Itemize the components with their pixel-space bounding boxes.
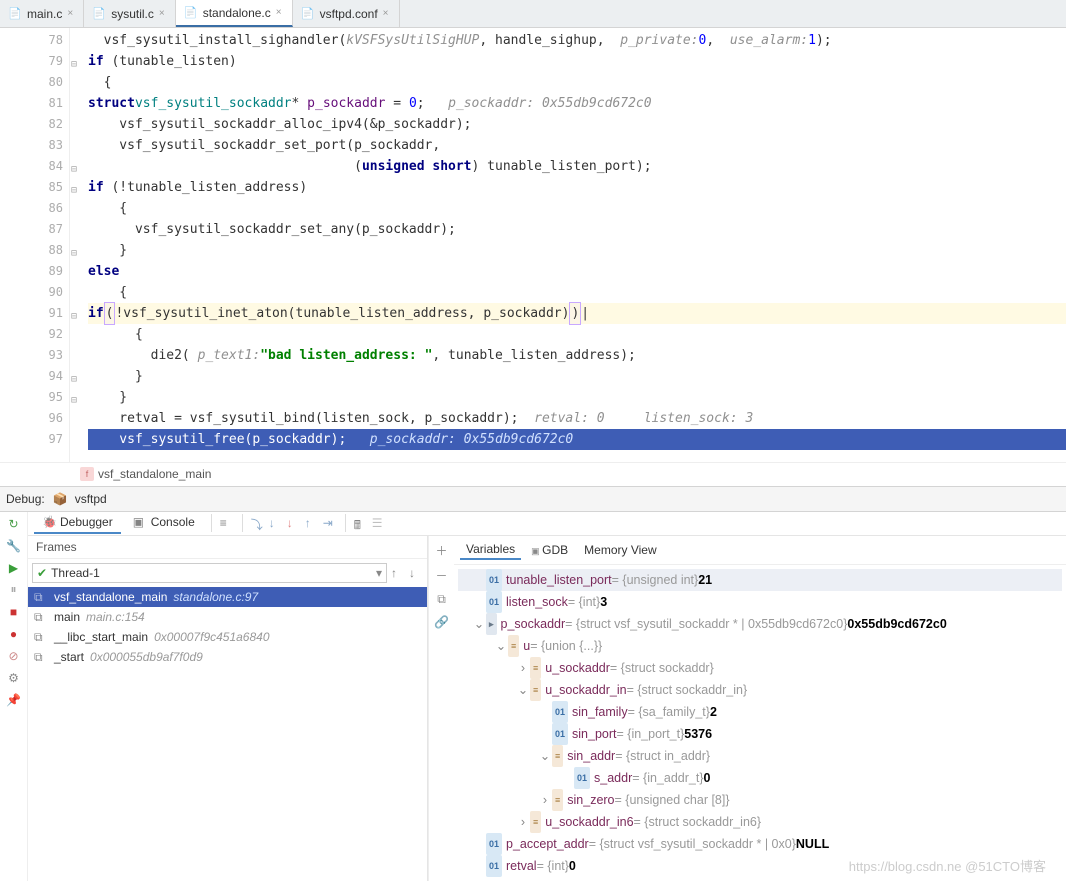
next-frame-icon[interactable]: ↓ <box>409 566 423 580</box>
close-icon[interactable]: × <box>67 8 73 19</box>
frames-panel: Frames ✔ Thread-1 ▾ ↑ ↓ ⧉vsf_standalone_… <box>28 536 428 881</box>
close-icon[interactable]: × <box>276 7 282 18</box>
gear-icon[interactable]: ⚙ <box>6 670 22 686</box>
frame-list[interactable]: ⧉vsf_standalone_main standalone.c:97⧉mai… <box>28 587 427 881</box>
tab-standalone-c[interactable]: 📄standalone.c× <box>176 0 293 27</box>
variable-row[interactable]: 01retval = {int} 0 <box>458 855 1062 877</box>
tab-vsftpd-conf[interactable]: 📄vsftpd.conf× <box>293 0 400 27</box>
debug-tool-window-header[interactable]: Debug: 📦 vsftpd <box>0 486 1066 512</box>
prev-frame-icon[interactable]: ↑ <box>391 566 405 580</box>
variable-row[interactable]: 01listen_sock = {int} 3 <box>458 591 1062 613</box>
view-breakpoints-icon[interactable]: ● <box>6 626 22 642</box>
evaluate-icon[interactable]: 🖩 <box>354 516 368 530</box>
breadcrumb-function: vsf_standalone_main <box>98 467 211 481</box>
pause-icon[interactable]: ⏸ <box>6 582 22 598</box>
breadcrumb[interactable]: f vsf_standalone_main <box>0 462 1066 486</box>
step-out-icon[interactable]: ↑ <box>305 516 319 530</box>
thread-selector[interactable]: ✔ Thread-1 ▾ <box>32 563 387 583</box>
chevron-down-icon: ▾ <box>376 566 382 580</box>
mute-breakpoints-icon[interactable]: ⊘ <box>6 648 22 664</box>
variable-row[interactable]: ›≡u_sockaddr_in6 = {struct sockaddr_in6} <box>458 811 1062 833</box>
check-icon: ✔ <box>37 566 47 580</box>
memory-view-tab[interactable]: Memory View <box>578 541 662 559</box>
variable-row[interactable]: ⌄≡u = {union {...}} <box>458 635 1062 657</box>
c-file-icon: 📄 <box>8 7 22 21</box>
add-icon[interactable]: ＋ <box>435 542 447 559</box>
debug-label: Debug: <box>6 492 45 506</box>
variables-tab[interactable]: Variables <box>460 540 521 560</box>
variable-row[interactable]: 01p_accept_addr = {struct vsf_sysutil_so… <box>458 833 1062 855</box>
stack-frame[interactable]: ⧉_start 0x000055db9af7f0d9 <box>28 647 427 667</box>
variable-row[interactable]: 01s_addr = {in_addr_t} 0 <box>458 767 1062 789</box>
variable-row[interactable]: ›≡u_sockaddr = {struct sockaddr} <box>458 657 1062 679</box>
debug-config-name: vsftpd <box>75 492 107 506</box>
variable-row[interactable]: ⌄≡sin_addr = {struct in_addr} <box>458 745 1062 767</box>
line-gutter: 7879⊟8081828384⊟85⊟868788⊟899091⊟929394⊟… <box>0 28 70 462</box>
variable-row[interactable]: 01tunable_listen_port = {unsigned int} 2… <box>458 569 1062 591</box>
variable-row[interactable]: ›≡sin_zero = {unsigned char [8]} <box>458 789 1062 811</box>
variables-tree[interactable]: 01tunable_listen_port = {unsigned int} 2… <box>454 565 1066 881</box>
rerun-icon[interactable]: ↻ <box>6 516 22 532</box>
step-into-icon[interactable]: ↓ <box>269 516 283 530</box>
tab-main-c[interactable]: 📄main.c× <box>0 0 84 27</box>
variable-row[interactable]: ⌄▸p_sockaddr = {struct vsf_sysutil_socka… <box>458 613 1062 635</box>
variable-row[interactable]: 01sin_family = {sa_family_t} 2 <box>458 701 1062 723</box>
step-over-icon[interactable]: ⤵ <box>251 516 265 530</box>
stack-frame[interactable]: ⧉vsf_standalone_main standalone.c:97 <box>28 587 427 607</box>
variable-row[interactable]: 01sin_port = {in_port_t} 5376 <box>458 723 1062 745</box>
run-config-icon: 📦 <box>53 492 67 506</box>
debug-side-toolbar: ↻ 🔧 ▶ ⏸ ■ ● ⊘ ⚙ 📌 <box>0 512 28 881</box>
force-step-into-icon[interactable]: ↓ <box>287 516 301 530</box>
close-icon[interactable]: × <box>383 8 389 19</box>
console-icon: ▣ <box>133 515 147 529</box>
debugger-tab[interactable]: 🐞Debugger <box>34 512 121 534</box>
link-icon[interactable]: 🔗 <box>434 615 449 629</box>
remove-icon[interactable]: － <box>435 567 447 584</box>
c-file-icon: 📄 <box>184 6 198 20</box>
debugger-icon: 🐞 <box>42 515 56 529</box>
frames-title: Frames <box>28 536 427 559</box>
frame-side-icons: ＋ － ⧉ 🔗 <box>428 536 454 881</box>
stop-icon[interactable]: ■ <box>6 604 22 620</box>
copy-icon[interactable]: ⧉ <box>437 592 446 607</box>
gdb-tab[interactable]: ▣ GDB <box>525 541 574 559</box>
code-editor[interactable]: 7879⊟8081828384⊟85⊟868788⊟899091⊟929394⊟… <box>0 28 1066 462</box>
function-icon: f <box>80 467 94 481</box>
c-file-icon: 📄 <box>92 7 106 21</box>
variables-panel: Variables ▣ GDB Memory View 01tunable_li… <box>454 536 1066 881</box>
resume-icon[interactable]: ▶ <box>6 560 22 576</box>
conf-file-icon: 📄 <box>301 7 315 21</box>
settings-icon[interactable]: 🔧 <box>6 538 22 554</box>
variable-row[interactable]: ⌄≡u_sockaddr_in = {struct sockaddr_in} <box>458 679 1062 701</box>
stack-frame[interactable]: ⧉__libc_start_main 0x00007f9c451a6840 <box>28 627 427 647</box>
settings2-icon[interactable]: ☰ <box>372 516 386 530</box>
debug-panel: ↻ 🔧 ▶ ⏸ ■ ● ⊘ ⚙ 📌 🐞Debugger ▣Console ≡ ⤵… <box>0 512 1066 881</box>
close-icon[interactable]: × <box>159 8 165 19</box>
code-area[interactable]: vsf_sysutil_install_sighandler(kVSFSysUt… <box>70 28 1066 462</box>
editor-tabs: 📄main.c× 📄sysutil.c× 📄standalone.c× 📄vsf… <box>0 0 1066 28</box>
run-to-cursor-icon[interactable]: ⇥ <box>323 516 337 530</box>
debug-tabs: 🐞Debugger ▣Console ≡ ⤵ ↓ ↓ ↑ ⇥ 🖩 ☰ <box>28 512 1066 536</box>
console-tab[interactable]: ▣Console <box>125 512 203 534</box>
tab-sysutil-c[interactable]: 📄sysutil.c× <box>84 0 176 27</box>
show-execution-point-icon[interactable]: ≡ <box>220 516 234 530</box>
pin-icon[interactable]: 📌 <box>6 692 22 708</box>
stack-frame[interactable]: ⧉main main.c:154 <box>28 607 427 627</box>
